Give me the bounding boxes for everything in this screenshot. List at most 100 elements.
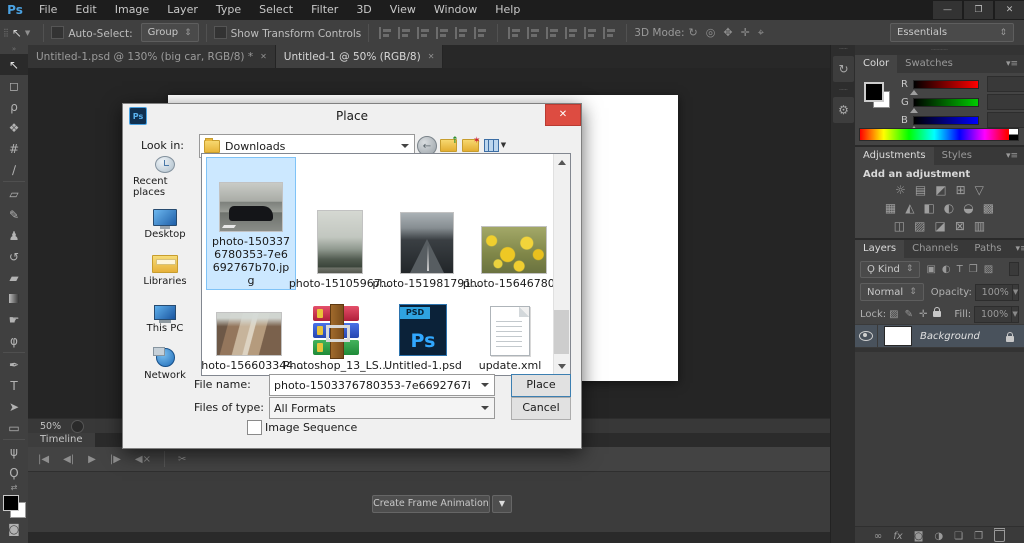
file-item-selected[interactable]: photo-1503376780353-7e6692767b70.jpg: [206, 157, 296, 290]
panel-menu-icon[interactable]: ▾≡: [1000, 147, 1024, 165]
black-white-icon[interactable]: ◧: [923, 201, 934, 215]
align-top-edges-icon[interactable]: [436, 27, 449, 39]
lasso-tool[interactable]: ρ: [0, 96, 28, 117]
3d-roll-icon[interactable]: ◎: [706, 26, 716, 39]
spot-healing-tool[interactable]: ▱: [0, 183, 28, 204]
sidebar-item-recent-places[interactable]: Recent places: [133, 156, 197, 198]
menu-window[interactable]: Window: [425, 0, 486, 20]
fill-field[interactable]: 100%: [974, 306, 1012, 323]
marquee-tool[interactable]: ◻: [0, 75, 28, 96]
file-name-input[interactable]: photo-1503376780353-7e6692767b70.jpg: [269, 374, 495, 396]
channel-mixer-icon[interactable]: ◒: [963, 201, 973, 215]
path-selection-tool[interactable]: ➤: [0, 396, 28, 417]
create-animation-dropdown-icon[interactable]: ▼: [492, 495, 512, 513]
panel-menu-icon[interactable]: ▾≡: [1000, 55, 1024, 73]
green-value-field[interactable]: 0: [987, 94, 1024, 110]
foreground-color-swatch[interactable]: [3, 495, 19, 511]
menu-edit[interactable]: Edit: [66, 0, 105, 20]
new-group-icon[interactable]: ❏: [954, 531, 963, 542]
lock-transparent-pixels-icon[interactable]: ▨: [889, 309, 898, 320]
filter-kind-dropdown[interactable]: ϘKind⇕: [860, 261, 920, 278]
lock-image-pixels-icon[interactable]: ✎: [905, 309, 913, 320]
sidebar-item-desktop[interactable]: Desktop: [133, 198, 197, 240]
hue-saturation-icon[interactable]: ▦: [885, 201, 896, 215]
lock-all-icon[interactable]: [933, 309, 941, 320]
tab-paths[interactable]: Paths: [966, 240, 1009, 258]
blend-mode-dropdown[interactable]: Normal⇕: [860, 283, 924, 301]
play-icon[interactable]: ▶: [88, 454, 96, 465]
next-frame-icon[interactable]: |▶: [110, 454, 121, 465]
tab-layers[interactable]: Layers: [855, 240, 904, 258]
minimize-icon[interactable]: —: [933, 1, 962, 19]
quick-selection-tool[interactable]: ❖: [0, 117, 28, 138]
menu-filter[interactable]: Filter: [302, 0, 347, 20]
new-adjustment-layer-icon[interactable]: ◑: [934, 531, 943, 542]
distribute-right-edges-icon[interactable]: [603, 27, 616, 39]
distribute-horizontal-centers-icon[interactable]: [584, 27, 597, 39]
posterize-icon[interactable]: ▨: [914, 219, 925, 233]
filter-toggle-icon[interactable]: [1009, 262, 1019, 276]
align-horizontal-centers-icon[interactable]: [398, 27, 411, 39]
close-icon[interactable]: ✕: [995, 1, 1024, 19]
blue-slider[interactable]: [913, 116, 979, 125]
menu-layer[interactable]: Layer: [158, 0, 207, 20]
eraser-tool[interactable]: ▰: [0, 267, 28, 288]
smudge-tool[interactable]: ☛: [0, 309, 28, 330]
align-vertical-centers-icon[interactable]: [455, 27, 468, 39]
filter-shape-layers-icon[interactable]: ❒: [969, 264, 978, 275]
red-value-field[interactable]: 0: [987, 76, 1024, 92]
pen-tool[interactable]: ✒: [0, 354, 28, 375]
tool-preset-caret-icon[interactable]: ▼: [25, 29, 30, 37]
tab-color[interactable]: Color: [855, 55, 897, 73]
history-brush-tool[interactable]: ↺: [0, 246, 28, 267]
curves-icon[interactable]: ◩: [935, 183, 946, 197]
levels-icon[interactable]: ▤: [915, 183, 926, 197]
threshold-icon[interactable]: ◪: [934, 219, 945, 233]
menu-help[interactable]: Help: [486, 0, 529, 20]
align-right-edges-icon[interactable]: [417, 27, 430, 39]
properties-panel-icon[interactable]: ⚙: [833, 97, 854, 123]
menu-view[interactable]: View: [381, 0, 425, 20]
filter-pixel-layers-icon[interactable]: ▣: [926, 264, 935, 275]
menu-select[interactable]: Select: [250, 0, 302, 20]
opacity-dropdown-icon[interactable]: ▼: [1013, 284, 1019, 301]
panel-menu-icon[interactable]: ▾≡: [1010, 240, 1024, 258]
up-one-level-button[interactable]: ↑: [439, 136, 457, 154]
hand-tool[interactable]: ψ: [0, 441, 28, 462]
file-item[interactable]: photo-151981791...: [384, 202, 470, 290]
zoom-level[interactable]: 50%: [40, 421, 61, 432]
filter-adjustment-layers-icon[interactable]: ◐: [942, 264, 951, 275]
tab-channels[interactable]: Channels: [904, 240, 966, 258]
red-slider[interactable]: [913, 80, 979, 89]
view-menu-button[interactable]: ▼: [483, 136, 507, 154]
3d-pan-icon[interactable]: ✥: [723, 26, 732, 39]
color-lookup-icon[interactable]: ▩: [983, 201, 994, 215]
crop-tool[interactable]: #: [0, 138, 28, 159]
link-layers-icon[interactable]: ∞: [874, 531, 882, 542]
filter-smart-objects-icon[interactable]: ▨: [984, 264, 993, 275]
tab-styles[interactable]: Styles: [934, 147, 980, 165]
split-clip-icon[interactable]: ✂: [178, 454, 186, 465]
fill-dropdown-icon[interactable]: ▼: [1012, 306, 1019, 323]
tab-close-icon[interactable]: ✕: [428, 52, 435, 61]
screen-mode-button[interactable]: ❏: [0, 539, 28, 543]
foreground-color-swatch[interactable]: [864, 82, 884, 102]
invert-icon[interactable]: ◫: [894, 219, 905, 233]
gradient-tool[interactable]: [0, 288, 28, 309]
gradient-map-icon[interactable]: ⊠: [955, 219, 965, 233]
auto-select-checkbox[interactable]: Auto-Select:: [51, 26, 132, 40]
zoom-tool[interactable]: Ϙ: [0, 462, 28, 483]
menu-3d[interactable]: 3D: [347, 0, 380, 20]
swap-colors-icon[interactable]: ⇄: [0, 483, 28, 492]
align-bottom-edges-icon[interactable]: [474, 27, 487, 39]
files-of-type-dropdown[interactable]: All Formats: [269, 397, 495, 419]
auto-select-target-dropdown[interactable]: Group⇕: [141, 23, 199, 42]
rectangle-tool[interactable]: ▭: [0, 417, 28, 438]
file-item[interactable]: photo-156603344...: [206, 300, 292, 372]
filter-type-layers-icon[interactable]: T: [957, 264, 963, 275]
menu-image[interactable]: Image: [106, 0, 158, 20]
blue-value-field[interactable]: 0: [987, 112, 1024, 128]
clone-stamp-tool[interactable]: ♟: [0, 225, 28, 246]
cancel-button[interactable]: Cancel: [511, 397, 571, 420]
tab-swatches[interactable]: Swatches: [897, 55, 961, 73]
